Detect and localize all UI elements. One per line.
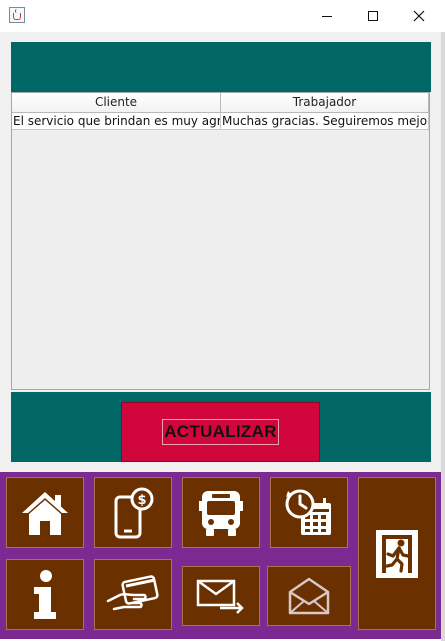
send-mail-icon — [196, 579, 244, 614]
card-payment-icon — [106, 574, 159, 610]
header-band — [11, 42, 431, 92]
maximize-button[interactable] — [350, 0, 396, 32]
send-mail-button[interactable] — [182, 566, 260, 626]
title-bar[interactable] — [0, 0, 445, 32]
info-button[interactable] — [6, 559, 84, 630]
schedule-button[interactable] — [270, 477, 348, 548]
close-button[interactable] — [396, 0, 442, 32]
update-button-label: ACTUALIZAR — [162, 419, 279, 445]
main-panel: Cliente Trabajador El servicio que brind… — [0, 32, 441, 472]
card-payment-button[interactable] — [94, 559, 172, 630]
window-edge — [441, 32, 445, 641]
table-cell-trabajador[interactable]: Muchas gracias. Seguiremos mejor... — [221, 113, 429, 129]
nav-panel: $ — [0, 472, 441, 639]
schedule-calendar-icon — [285, 489, 331, 535]
java-app-icon — [9, 7, 25, 23]
update-button[interactable]: ACTUALIZAR — [121, 402, 320, 462]
app-window: Cliente Trabajador El servicio que brind… — [0, 0, 445, 641]
column-header-trabajador[interactable]: Trabajador — [221, 93, 429, 112]
table-row[interactable]: El servicio que brindan es muy agra... M… — [12, 113, 429, 130]
table-body: El servicio que brindan es muy agra... M… — [12, 113, 429, 130]
info-icon — [34, 569, 56, 619]
svg-text:$: $ — [137, 493, 146, 508]
open-mail-icon — [288, 577, 330, 615]
exit-icon — [376, 529, 418, 578]
table-cell-cliente[interactable]: El servicio que brindan es muy agra... — [12, 113, 221, 129]
mobile-payment-button[interactable]: $ — [94, 477, 172, 548]
comments-table[interactable]: Cliente Trabajador El servicio que brind… — [11, 92, 430, 390]
home-button[interactable] — [6, 477, 84, 548]
mobile-payment-icon: $ — [114, 487, 154, 538]
close-icon — [413, 10, 425, 22]
home-icon — [22, 491, 68, 535]
minimize-button[interactable] — [304, 0, 350, 32]
table-header: Cliente Trabajador — [12, 93, 429, 113]
minimize-icon — [322, 15, 332, 17]
exit-button[interactable] — [358, 477, 436, 630]
column-header-cliente[interactable]: Cliente — [12, 93, 221, 112]
bus-icon — [199, 490, 243, 536]
open-mail-button[interactable] — [267, 566, 351, 626]
bus-button[interactable] — [182, 477, 260, 548]
maximize-icon — [368, 11, 378, 21]
